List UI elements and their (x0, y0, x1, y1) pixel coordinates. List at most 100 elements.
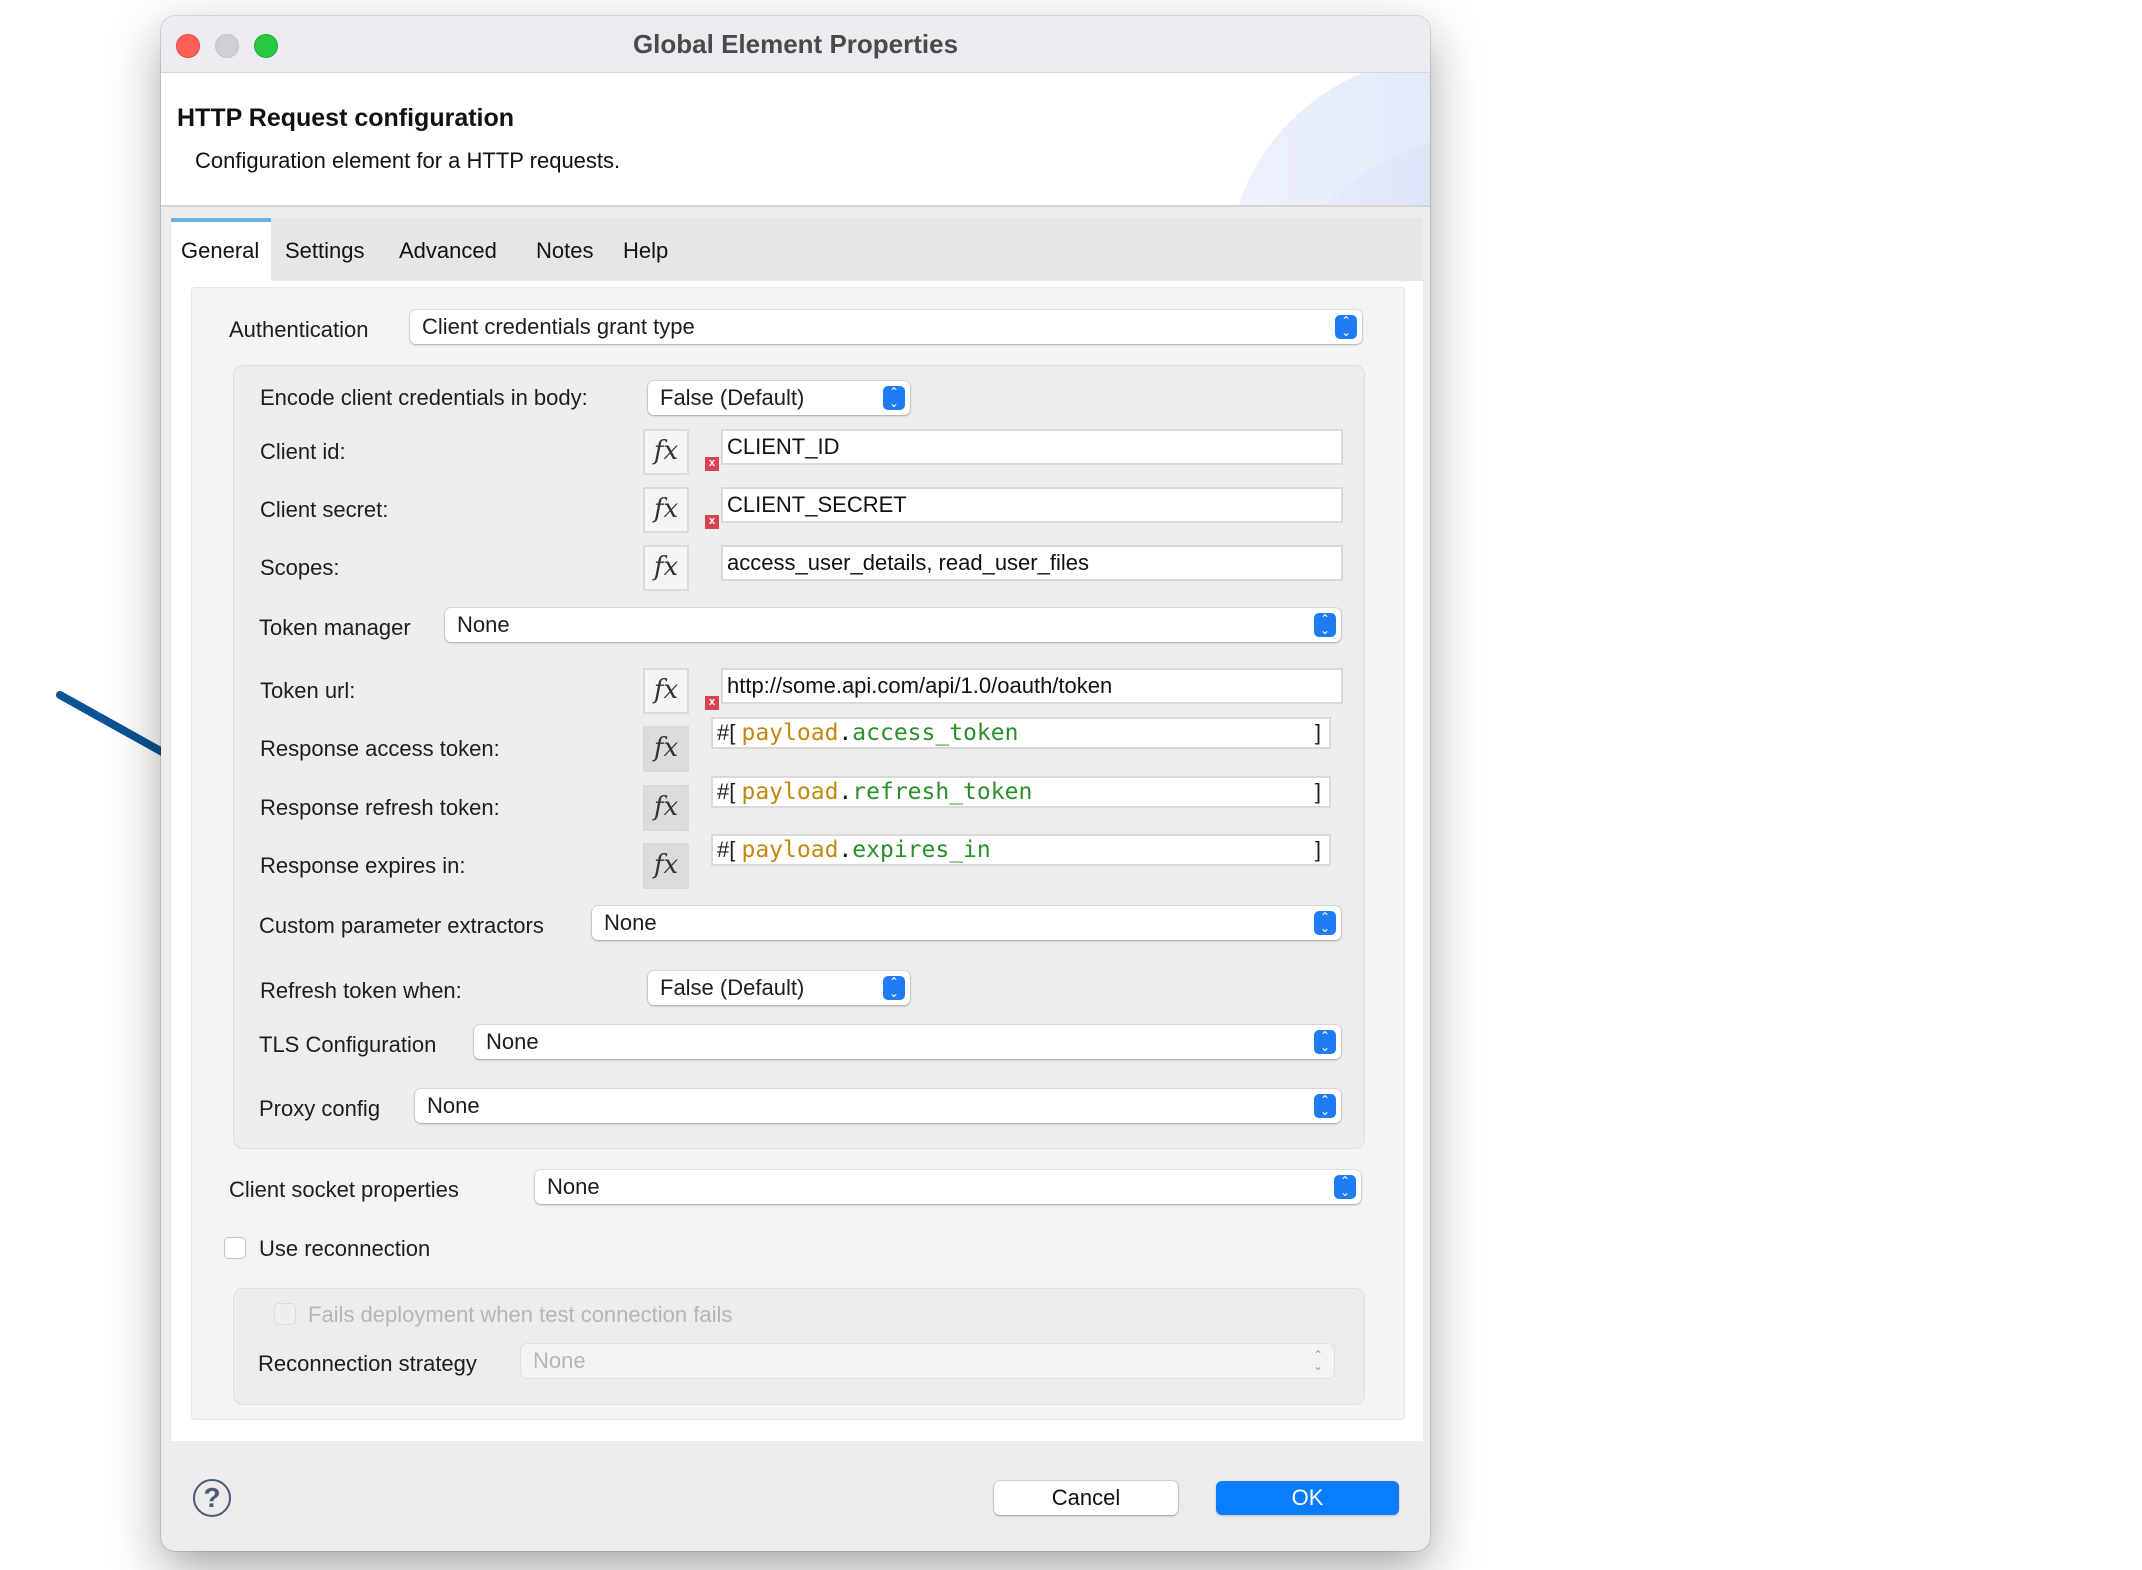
proxy-config-select[interactable]: None ⌃ ⌄ (415, 1089, 1341, 1123)
title-bar: Global Element Properties (161, 16, 1430, 73)
fx-icon: fx (653, 850, 679, 880)
client-secret-label: Client secret: (260, 497, 389, 522)
fails-deployment-checkbox[interactable] (274, 1303, 296, 1325)
use-reconnection-checkbox[interactable] (224, 1237, 246, 1259)
tab-content-general: Authentication Client credentials grant … (171, 281, 1423, 1441)
stepper-icon: ⌃ ⌄ (1334, 1175, 1356, 1199)
expr-field: expires_in (852, 837, 991, 863)
authentication-value: Client credentials grant type (422, 314, 695, 339)
token-manager-select[interactable]: None ⌃ ⌄ (445, 608, 1341, 642)
tls-configuration-select[interactable]: None ⌃ ⌄ (474, 1025, 1341, 1059)
scopes-label: Scopes: (260, 555, 340, 580)
tab-notes[interactable]: Notes (536, 218, 593, 281)
tab-general[interactable]: General (171, 218, 271, 281)
fx-toggle-response-access-token[interactable]: fx (643, 726, 689, 772)
expr-dot: . (838, 837, 853, 863)
tab-bar: General Settings Advanced Notes Help (171, 218, 1423, 281)
fx-toggle-client-secret[interactable]: fx (643, 487, 689, 533)
response-expires-in-label: Response expires in: (260, 853, 466, 878)
client-id-label: Client id: (260, 439, 346, 464)
fx-toggle-response-expires-in[interactable]: fx (643, 843, 689, 889)
tab-settings[interactable]: Settings (285, 218, 365, 281)
custom-parameter-extractors-select[interactable]: None ⌃ ⌄ (592, 906, 1341, 940)
header-title: HTTP Request configuration (177, 104, 515, 132)
response-refresh-token-expression[interactable]: #[ payload.refresh_token ] (711, 776, 1331, 808)
error-icon: x (705, 457, 719, 471)
stepper-icon: ⌃ ⌄ (883, 386, 905, 410)
header-subtitle: Configuration element for a HTTP request… (195, 148, 621, 173)
expr-keyword: payload (741, 720, 839, 746)
client-id-input[interactable]: CLIENT_ID (721, 429, 1343, 465)
expr-field: refresh_token (852, 779, 1033, 805)
encode-credentials-label: Encode client credentials in body: (260, 385, 588, 410)
client-secret-input[interactable]: CLIENT_SECRET (721, 487, 1343, 523)
response-refresh-token-label: Response refresh token: (260, 795, 500, 820)
expr-suffix: ] (1314, 837, 1321, 862)
error-icon: x (705, 515, 719, 529)
scopes-input[interactable]: access_user_details, read_user_files (721, 545, 1343, 581)
token-manager-value: None (457, 612, 510, 637)
tab-help[interactable]: Help (623, 218, 668, 281)
global-element-properties-dialog: Global Element Properties HTTP Request c… (161, 16, 1430, 1551)
fails-deployment-label: Fails deployment when test connection fa… (308, 1302, 733, 1327)
token-manager-label: Token manager (259, 615, 411, 640)
authentication-select[interactable]: Client credentials grant type ⌃ ⌄ (410, 310, 1362, 344)
reconnection-group: Fails deployment when test connection fa… (233, 1288, 1365, 1405)
authentication-label: Authentication (229, 317, 369, 342)
fx-icon: fx (653, 675, 679, 705)
general-panel: Authentication Client credentials grant … (191, 287, 1405, 1420)
cancel-button[interactable]: Cancel (994, 1481, 1178, 1515)
custom-parameter-extractors-value: None (604, 910, 657, 935)
fx-toggle-scopes[interactable]: fx (643, 545, 689, 591)
expr-keyword: payload (741, 837, 839, 863)
expr-prefix: #[ (717, 720, 736, 745)
response-access-token-expression[interactable]: #[ payload.access_token ] (711, 717, 1331, 749)
stepper-icon: ⌃ ⌄ (1314, 911, 1336, 935)
response-expires-in-expression[interactable]: #[ payload.expires_in ] (711, 834, 1331, 866)
ok-button[interactable]: OK (1216, 1481, 1399, 1515)
expr-field: access_token (852, 720, 1019, 746)
stepper-icon: ⌃ ⌄ (1314, 1094, 1336, 1118)
oauth-settings-group: Encode client credentials in body: False… (233, 365, 1365, 1149)
fx-icon: fx (653, 436, 679, 466)
stepper-icon: ⌃ ⌄ (1335, 315, 1357, 339)
expr-suffix: ] (1314, 720, 1321, 745)
refresh-token-when-select[interactable]: False (Default) ⌃ ⌄ (648, 971, 910, 1005)
use-reconnection-label[interactable]: Use reconnection (259, 1236, 430, 1262)
encode-credentials-select[interactable]: False (Default) ⌃ ⌄ (648, 381, 910, 415)
refresh-token-when-label: Refresh token when: (260, 978, 462, 1003)
encode-credentials-value: False (Default) (660, 385, 805, 410)
fx-toggle-token-url[interactable]: fx (643, 668, 689, 714)
expr-keyword: payload (741, 779, 839, 805)
tls-configuration-value: None (486, 1029, 539, 1054)
help-button[interactable]: ? (193, 1479, 231, 1517)
refresh-token-when-value: False (Default) (660, 975, 805, 1000)
proxy-config-label: Proxy config (259, 1096, 381, 1121)
fx-icon: fx (653, 733, 679, 763)
reconnection-strategy-select[interactable]: None ⌃ ⌄ (521, 1344, 1334, 1378)
tab-advanced[interactable]: Advanced (399, 218, 497, 281)
client-socket-properties-select[interactable]: None ⌃ ⌄ (535, 1170, 1361, 1204)
fx-icon: fx (653, 552, 679, 582)
token-url-input[interactable]: http://some.api.com/api/1.0/oauth/token (721, 668, 1343, 704)
proxy-config-value: None (427, 1093, 480, 1118)
error-icon: x (705, 696, 719, 710)
fx-toggle-response-refresh-token[interactable]: fx (643, 785, 689, 831)
stepper-icon: ⌃ ⌄ (1312, 1348, 1324, 1373)
reconnection-strategy-label: Reconnection strategy (258, 1351, 477, 1376)
stepper-icon: ⌃ ⌄ (1314, 1030, 1336, 1054)
expr-dot: . (838, 779, 853, 805)
token-url-label: Token url: (260, 678, 356, 703)
fx-icon: fx (653, 494, 679, 524)
dialog-header: HTTP Request configuration Configuration… (161, 73, 1430, 207)
expr-dot: . (838, 720, 853, 746)
tls-configuration-label: TLS Configuration (259, 1032, 437, 1057)
expr-suffix: ] (1314, 779, 1321, 804)
expr-prefix: #[ (717, 779, 736, 804)
custom-parameter-extractors-label: Custom parameter extractors (259, 913, 544, 938)
client-socket-properties-value: None (547, 1174, 600, 1199)
fx-toggle-client-id[interactable]: fx (643, 429, 689, 475)
help-icon: ? (203, 1482, 221, 1513)
response-access-token-label: Response access token: (260, 736, 500, 761)
fx-icon: fx (653, 792, 679, 822)
